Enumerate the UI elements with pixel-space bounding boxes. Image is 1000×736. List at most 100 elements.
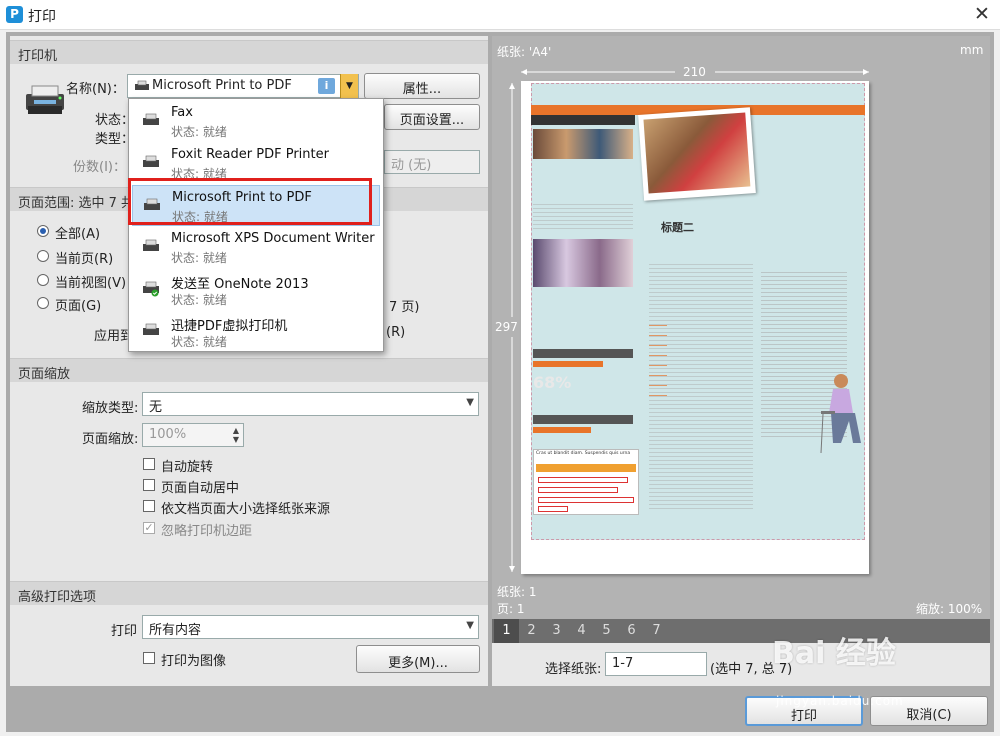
pages-total-label: 7 页)	[389, 300, 420, 315]
page-scale-value: 100%	[149, 427, 187, 442]
close-icon[interactable]: ✕	[972, 3, 992, 25]
doc-photo-frame	[638, 107, 756, 201]
dropdown-item-fax[interactable]: Fax 状态: 就绪	[132, 101, 380, 142]
chevron-down-icon[interactable]: ▼	[340, 74, 358, 98]
dropdown-item-name: Foxit Reader PDF Printer	[171, 147, 329, 162]
auto-rotate-checkbox[interactable]	[143, 458, 155, 470]
printer-icon	[143, 239, 159, 251]
page-scale-label: 页面缩放:	[82, 432, 139, 447]
range-all-label: 全部(A)	[55, 227, 101, 242]
page-setup-button[interactable]: 页面设置...	[384, 104, 480, 130]
page-tab-7[interactable]: 7	[644, 619, 669, 643]
auto-rotate-label: 自动旋转	[161, 460, 214, 475]
doc-big-number: 68%	[533, 373, 572, 392]
range-all-radio[interactable]	[37, 225, 49, 237]
printer-device-icon	[26, 85, 64, 114]
range-current-radio[interactable]	[37, 250, 49, 262]
select-paper-input[interactable]: 1-7	[605, 652, 707, 676]
window-title: 打印	[28, 9, 56, 25]
doc-bar-b	[533, 361, 603, 367]
scale-type-label: 缩放类型:	[82, 401, 139, 416]
page-scale-spinner: 100% ▲ ▼	[142, 423, 244, 447]
width-value: 210	[683, 65, 706, 79]
print-what-label: 打印	[111, 624, 138, 639]
title-bar	[0, 0, 1000, 30]
paper-source-checkbox[interactable]	[143, 500, 155, 512]
range-current-label: 当前页(R)	[55, 252, 114, 267]
select-paper-label: 选择纸张:	[545, 662, 602, 677]
dropdown-item-status: 状态: 就绪	[171, 125, 227, 139]
range-pages-label: 页面(G)	[55, 299, 102, 314]
range-view-radio[interactable]	[37, 274, 49, 286]
fax-printer-icon	[143, 113, 159, 125]
dropdown-item-status: 状态: 就绪	[171, 293, 227, 307]
doc-form-field	[538, 497, 634, 503]
scale-type-select[interactable]: 无 ▼	[142, 392, 479, 416]
printer-select-icon	[134, 80, 150, 96]
dropdown-item-status: 状态: 就绪	[171, 335, 227, 349]
dropdown-item-onenote[interactable]: 发送至 OneNote 2013 状态: 就绪	[132, 269, 380, 310]
dropdown-item-name: 发送至 OneNote 2013	[171, 277, 309, 292]
dropdown-item-name: Fax	[171, 105, 193, 120]
range-pages-radio[interactable]	[37, 297, 49, 309]
doc-text-column-mid	[649, 261, 753, 511]
more-button[interactable]: 更多(M)...	[356, 645, 480, 673]
page-tab-1[interactable]: 1	[494, 619, 519, 643]
highlight-annotation-box	[128, 178, 372, 225]
page-tab-3[interactable]: 3	[544, 619, 569, 643]
dropdown-item-ms-xps[interactable]: Microsoft XPS Document Writer 状态: 就绪	[132, 227, 380, 268]
doc-form-field	[538, 506, 568, 512]
dropdown-item-xunjie[interactable]: 迅捷PDF虚拟打印机 状态: 就绪	[132, 311, 380, 352]
page-tabs-bar: 1 2 3 4 5 6 7	[492, 619, 990, 643]
paper-source-label: 依文档页面大小选择纸张来源	[161, 502, 331, 517]
doc-snippet: Cras ut blandit diam. Suspendis quis urn…	[536, 451, 631, 456]
printer-icon	[143, 155, 159, 167]
spinner-arrows-icon: ▲ ▼	[232, 426, 239, 444]
scaling-header: 页面缩放	[10, 358, 488, 382]
doc-bar-a	[533, 349, 633, 358]
scale-type-value: 无	[149, 400, 163, 415]
dropdown-item-name: Microsoft XPS Document Writer	[171, 231, 375, 246]
printer-section-header: 打印机	[10, 40, 488, 64]
select-paper-value: 1-7	[612, 656, 634, 671]
paper-count-label: 纸张: 1	[497, 585, 537, 599]
properties-button[interactable]: 属性...	[364, 73, 480, 99]
doc-photo-1	[533, 129, 633, 159]
info-icon[interactable]: i	[318, 78, 335, 94]
onenote-printer-icon	[143, 281, 159, 297]
printer-icon	[143, 323, 159, 335]
printer-select-value: Microsoft Print to PDF	[152, 78, 292, 93]
auto-center-checkbox[interactable]	[143, 479, 155, 491]
doc-form-field	[538, 477, 628, 483]
doc-bar-d	[533, 427, 591, 433]
dropdown-item-name: 迅捷PDF虚拟打印机	[171, 319, 288, 334]
range-view-label: 当前视图(V)	[55, 276, 127, 291]
doc-form-field	[538, 487, 618, 493]
print-as-image-label: 打印为图像	[161, 654, 227, 669]
page-number-label: 页: 1	[497, 602, 525, 616]
ignore-margins-label: 忽略打印机边距	[161, 524, 253, 539]
collate-value: 动 (无)	[391, 158, 432, 173]
doc-form-bar	[536, 464, 636, 472]
doc-woman-illustration	[820, 374, 861, 454]
page-tab-4[interactable]: 4	[569, 619, 594, 643]
reverse-label: (R)	[386, 325, 406, 340]
print-as-image-checkbox[interactable]	[143, 652, 155, 664]
page-tab-5[interactable]: 5	[594, 619, 619, 643]
chevron-down-icon: ▼	[466, 620, 474, 631]
printer-select[interactable]: Microsoft Print to PDF i ▼	[127, 74, 359, 98]
app-logo-icon: P	[6, 6, 23, 23]
copies-label: 份数(I)：	[73, 160, 126, 175]
page-tab-6[interactable]: 6	[619, 619, 644, 643]
paper-size-label: 纸张: 'A4'	[497, 45, 552, 59]
unit-label: mm	[960, 43, 984, 57]
doc-bar-c	[533, 415, 633, 424]
doc-dark-bar	[531, 115, 635, 125]
doc-heading: 标题二	[661, 221, 694, 234]
print-what-select[interactable]: 所有内容 ▼	[142, 615, 479, 639]
dropdown-item-status: 状态: 就绪	[171, 251, 227, 265]
print-what-value: 所有内容	[149, 623, 202, 638]
height-value: 297	[495, 320, 518, 334]
auto-center-label: 页面自动居中	[161, 481, 240, 496]
page-tab-2[interactable]: 2	[519, 619, 544, 643]
